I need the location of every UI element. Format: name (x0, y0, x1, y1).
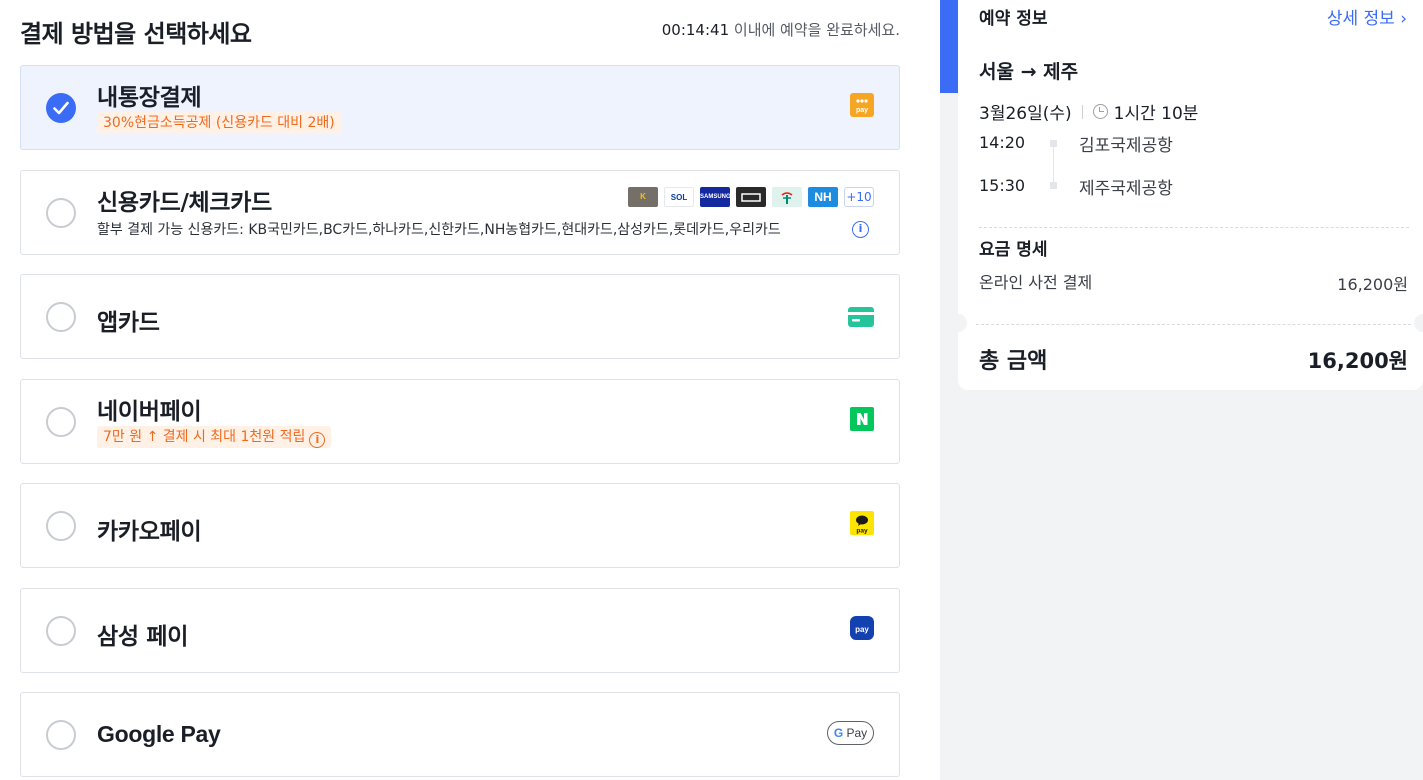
total-amount-label: 총 금액 (979, 349, 1048, 374)
reservation-summary-panel: 예약 정보 상세 정보 › 서울 → 제주 3월26일(수) 1시간 10분 1… (949, 0, 1423, 390)
departure-time: 14:20 (979, 133, 1026, 152)
page-title: 결제 방법을 선택하세요 (20, 20, 252, 48)
payment-option-title: 네이버페이 (97, 399, 202, 425)
payment-option-title: 내통장결제 (97, 85, 202, 111)
payment-option-bank-account[interactable]: 내통장결제 30%현금소득공제 (신용카드 대비 2배) pay (20, 65, 900, 150)
toss-bank-pay-icon: pay (850, 93, 874, 121)
card-company-logos: K SOL SAMSUNG NH +10 (628, 187, 874, 207)
payment-option-title: 앱카드 (97, 310, 160, 336)
radio-unchecked-icon[interactable] (46, 616, 76, 646)
radio-unchecked-icon[interactable] (46, 407, 76, 437)
benefit-tag: 30%현금소득공제 (신용카드 대비 2배) (97, 112, 341, 134)
payment-option-credit-card[interactable]: 신용카드/체크카드 K SOL SAMSUNG NH +10 할부 결제 가능 … (20, 170, 900, 255)
dashed-divider (976, 324, 1411, 325)
payment-option-title: 신용카드/체크카드 (97, 190, 272, 216)
benefit-tag-text: 7만 원 ↑ 결제 시 최대 1천원 적립 (103, 429, 306, 445)
flight-date: 3월26일(수) (979, 104, 1072, 124)
info-icon[interactable]: i (852, 221, 869, 238)
payment-option-kakao-pay[interactable]: 카카오페이 pay (20, 483, 900, 568)
ticket-notch (1414, 314, 1423, 332)
hana-card-icon (772, 187, 802, 207)
ticket-notch (949, 314, 967, 332)
samsung-pay-icon: pay (850, 616, 874, 644)
payment-option-title: 삼성 페이 (97, 624, 189, 650)
divider (1081, 104, 1083, 119)
arrival-airport: 제주국제공항 (1079, 179, 1173, 199)
payment-header: 결제 방법을 선택하세요 00:14:41 이내에 예약을 완료하세요. (20, 10, 900, 50)
radio-unchecked-icon[interactable] (46, 720, 76, 750)
radio-unchecked-icon[interactable] (46, 302, 76, 332)
payment-option-google-pay[interactable]: Google Pay G Pay (20, 692, 900, 777)
timer-suffix: 이내에 예약을 완료하세요. (729, 21, 900, 39)
radio-unchecked-icon[interactable] (46, 198, 76, 228)
reservation-timer: 00:14:41 이내에 예약을 완료하세요. (662, 19, 900, 40)
more-cards-badge[interactable]: +10 (844, 187, 874, 207)
payment-option-title: 카카오페이 (97, 519, 202, 545)
clock-icon (1092, 104, 1108, 119)
fee-item-name: 온라인 사전 결제 (979, 273, 1093, 292)
google-pay-label: Pay (846, 726, 868, 740)
hyundai-card-icon (736, 187, 766, 207)
svg-text:pay: pay (856, 528, 868, 535)
arrival-time: 15:30 (979, 176, 1026, 195)
detail-info-label: 상세 정보 (1326, 9, 1395, 29)
departure-airport: 김포국제공항 (1079, 136, 1173, 156)
radio-unchecked-icon[interactable] (46, 511, 76, 541)
benefit-tag: 7만 원 ↑ 결제 시 최대 1천원 적립 i (97, 426, 332, 448)
detail-info-link[interactable]: 상세 정보 › (1327, 4, 1407, 29)
flight-duration: 1시간 10분 (1113, 104, 1199, 124)
samsung-card-icon: SAMSUNG (700, 187, 731, 207)
payment-option-app-card[interactable]: 앱카드 (20, 274, 900, 359)
reservation-summary-sidebar: 예약 정보 상세 정보 › 서울 → 제주 3월26일(수) 1시간 10분 1… (940, 0, 1423, 780)
radio-checked-icon[interactable] (46, 93, 76, 123)
timeline-dot (1050, 140, 1057, 147)
payment-section: 결제 방법을 선택하세요 00:14:41 이내에 예약을 완료하세요. 내통장… (0, 0, 940, 780)
svg-text:pay: pay (856, 107, 868, 114)
naver-pay-icon (850, 407, 874, 435)
kakao-pay-icon: pay (850, 511, 874, 539)
timeline-line (1053, 145, 1054, 185)
fee-breakdown-title: 요금 명세 (979, 240, 1048, 260)
payment-option-samsung-pay[interactable]: 삼성 페이 pay (20, 588, 900, 673)
timer-value: 00:14:41 (661, 21, 730, 39)
payment-option-naver-pay[interactable]: 네이버페이 7만 원 ↑ 결제 시 최대 1천원 적립 i (20, 379, 900, 464)
total-amount-value: 16,200원 (1307, 349, 1408, 373)
shinhan-sol-pay-icon: SOL (664, 187, 694, 207)
payment-option-title: Google Pay (97, 721, 221, 747)
chevron-right-icon: › (1400, 9, 1407, 29)
dashed-divider (979, 227, 1409, 228)
svg-text:pay: pay (855, 625, 869, 634)
installment-card-list: 할부 결제 가능 신용카드: KB국민카드,BC카드,하나카드,신한카드,NH농… (97, 222, 781, 238)
app-card-icon (848, 307, 874, 331)
nh-card-icon: NH (808, 187, 838, 207)
timeline-dot (1050, 182, 1057, 189)
accent-bar (940, 0, 958, 93)
fee-item-amount: 16,200원 (1337, 275, 1408, 294)
kb-card-icon: K (628, 187, 658, 207)
google-g-icon: G (833, 726, 844, 740)
info-icon[interactable]: i (309, 432, 326, 448)
flight-date-row: 3월26일(수) 1시간 10분 (979, 99, 1198, 124)
flight-route: 서울 → 제주 (979, 61, 1079, 83)
summary-title: 예약 정보 (979, 9, 1048, 29)
google-pay-icon: G Pay (827, 721, 874, 745)
